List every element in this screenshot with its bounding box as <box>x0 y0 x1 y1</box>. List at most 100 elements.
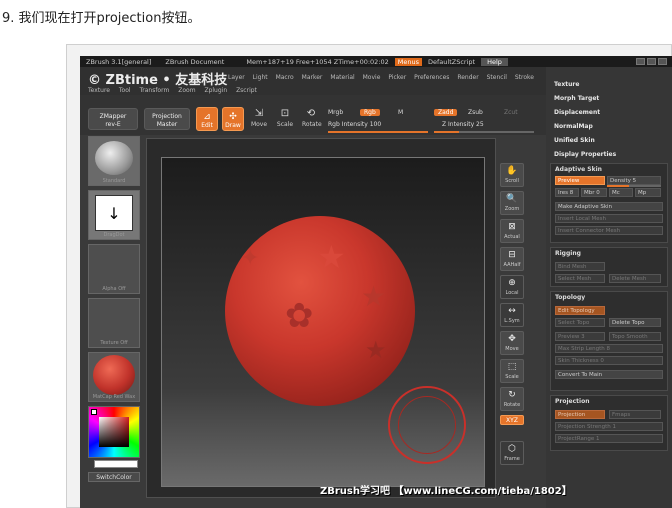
help-button[interactable]: Help <box>481 57 508 66</box>
mc-button[interactable]: Mc <box>609 188 633 197</box>
menu-material[interactable]: Material <box>330 74 354 81</box>
rgb-toggle[interactable]: Rgb <box>360 109 380 116</box>
scale-tool[interactable]: ⊡ Scale <box>276 107 294 131</box>
menu-macro[interactable]: Macro <box>276 74 294 81</box>
preview-button[interactable]: Preview <box>555 176 605 185</box>
delete-mesh-button[interactable]: Delete Mesh <box>609 274 661 283</box>
aahalf-button[interactable]: ⊟ AAHalf <box>500 247 524 271</box>
zsub-toggle[interactable]: Zsub <box>468 109 483 116</box>
top-toolbar: ZMapper rev-E Projection Master ⊿ Edit ✣… <box>80 95 550 135</box>
ires-slider[interactable]: Ires 8 <box>555 188 579 197</box>
brush-thumbnail[interactable]: Standard <box>88 136 140 186</box>
topo-smooth-slider[interactable]: Topo Smooth <box>609 332 661 341</box>
zscript-button[interactable]: DefaultZScript <box>428 58 475 66</box>
z-intensity-slider[interactable] <box>434 131 534 133</box>
zcut-toggle[interactable]: Zcut <box>504 109 518 116</box>
make-adaptive-skin-button[interactable]: Make Adaptive Skin <box>555 202 663 211</box>
menu-preferences[interactable]: Preferences <box>414 74 449 81</box>
edit-button[interactable]: ⊿ Edit <box>196 107 218 131</box>
rigging-title[interactable]: Rigging <box>555 250 581 257</box>
palette-display-properties[interactable]: Display Properties <box>554 151 616 158</box>
color-picker[interactable] <box>88 406 140 458</box>
matcap-icon <box>93 355 135 395</box>
palette-normalmap[interactable]: NormalMap <box>554 123 593 130</box>
alpha-thumbnail[interactable]: Alpha Off <box>88 244 140 294</box>
menu-marker[interactable]: Marker <box>302 74 323 81</box>
select-topo-button[interactable]: Select Topo <box>555 318 605 327</box>
mbr-slider[interactable]: Mbr 0 <box>581 188 607 197</box>
rotate-view-button[interactable]: ↻ Rotate <box>500 387 524 411</box>
adaptive-skin-title[interactable]: Adaptive Skin <box>555 166 602 173</box>
draw-label: Draw <box>225 122 241 129</box>
move-view-icon: ✥ <box>508 334 516 344</box>
topology-title[interactable]: Topology <box>555 294 585 301</box>
menu-render[interactable]: Render <box>457 74 478 81</box>
scroll-button[interactable]: ✋ Scroll <box>500 163 524 187</box>
projection-toggle-button[interactable]: Projection <box>555 410 605 419</box>
edit-topology-button[interactable]: Edit Topology <box>555 306 605 315</box>
zoom-button[interactable]: 🔍 Zoom <box>500 191 524 215</box>
mrgb-toggle[interactable]: Mrgb <box>328 109 343 116</box>
secondary-swatch[interactable] <box>94 460 138 468</box>
palette-unified-skin[interactable]: Unified Skin <box>554 137 595 144</box>
switchcolor-button[interactable]: SwitchColor <box>88 472 140 482</box>
stroke-thumbnail[interactable]: ↓ DragDot <box>88 190 140 240</box>
select-mesh-button[interactable]: Select Mesh <box>555 274 605 283</box>
insert-connector-mesh-button[interactable]: Insert Connector Mesh <box>555 226 663 235</box>
menus-button[interactable]: Menus <box>394 57 423 66</box>
zadd-toggle[interactable]: Zadd <box>434 109 458 116</box>
close-icon[interactable] <box>658 58 667 65</box>
projection-title[interactable]: Projection <box>555 398 589 405</box>
m-toggle[interactable]: M <box>398 109 403 116</box>
xyz-button[interactable]: XYZ <box>500 415 524 425</box>
minimize-icon[interactable] <box>636 58 645 65</box>
projection-master-button[interactable]: Projection Master <box>144 108 190 130</box>
mp-button[interactable]: Mp <box>635 188 661 197</box>
menu-layer[interactable]: Layer <box>228 74 245 81</box>
insert-local-mesh-button[interactable]: Insert Local Mesh <box>555 214 663 223</box>
lsym-button[interactable]: ↔ L.Sym <box>500 303 524 327</box>
menu-picker[interactable]: Picker <box>388 74 406 81</box>
draw-button[interactable]: ✣ Draw <box>222 107 244 131</box>
palette-displacement[interactable]: Displacement <box>554 109 600 116</box>
material-thumbnail[interactable]: MatCap Red Wax <box>88 352 140 402</box>
local-button[interactable]: ⊕ Local <box>500 275 524 299</box>
rotate-tool[interactable]: ⟲ Rotate <box>302 107 322 131</box>
menu-transform[interactable]: Transform <box>139 87 169 94</box>
menu-zscript[interactable]: Zscript <box>236 87 257 94</box>
palette-morph-target[interactable]: Morph Target <box>554 95 599 102</box>
actual-button[interactable]: ⊠ Actual <box>500 219 524 243</box>
rgb-intensity-slider[interactable] <box>328 131 428 133</box>
menu-movie[interactable]: Movie <box>363 74 381 81</box>
menu-tool[interactable]: Tool <box>119 87 131 94</box>
flower-emboss-icon: ✿ <box>285 296 314 336</box>
bind-mesh-button[interactable]: Bind Mesh <box>555 262 605 271</box>
color-square[interactable] <box>99 417 129 447</box>
menu-texture[interactable]: Texture <box>88 87 110 94</box>
menu-stencil[interactable]: Stencil <box>487 74 507 81</box>
menu-light[interactable]: Light <box>253 74 268 81</box>
frame-button[interactable]: ⬡ Frame <box>500 441 524 465</box>
primary-swatch[interactable] <box>91 409 97 415</box>
move-view-button[interactable]: ✥ Move <box>500 331 524 355</box>
delete-topo-button[interactable]: Delete Topo <box>609 318 661 327</box>
texture-thumbnail[interactable]: Texture Off <box>88 298 140 348</box>
zmapper-button[interactable]: ZMapper rev-E <box>88 108 138 130</box>
menu-zplugin[interactable]: Zplugin <box>204 87 227 94</box>
project-range-slider[interactable]: ProjectRange 1 <box>555 434 663 443</box>
density-fill <box>607 185 629 187</box>
scale-view-button[interactable]: ⬚ Scale <box>500 359 524 383</box>
density-slider[interactable]: Density 5 <box>607 176 661 185</box>
red-sphere-model[interactable]: ★ ★ ✿ ✦ ★ <box>225 216 415 406</box>
menu-stroke[interactable]: Stroke <box>515 74 534 81</box>
menu-zoom[interactable]: Zoom <box>178 87 195 94</box>
projection-strength-slider[interactable]: Projection Strength 1 <box>555 422 663 431</box>
preview-row-slider[interactable]: Preview 3 <box>555 332 605 341</box>
fmaps-button[interactable]: Fmaps <box>609 410 661 419</box>
convert-to-main-button[interactable]: Convert To Main <box>555 370 663 379</box>
palette-texture[interactable]: Texture <box>554 81 579 88</box>
move-tool[interactable]: ⇲ Move <box>250 107 268 131</box>
skin-thickness-slider[interactable]: Skin Thickness 0 <box>555 356 663 365</box>
maximize-icon[interactable] <box>647 58 656 65</box>
max-strip-length-slider[interactable]: Max Strip Length 8 <box>555 344 663 353</box>
